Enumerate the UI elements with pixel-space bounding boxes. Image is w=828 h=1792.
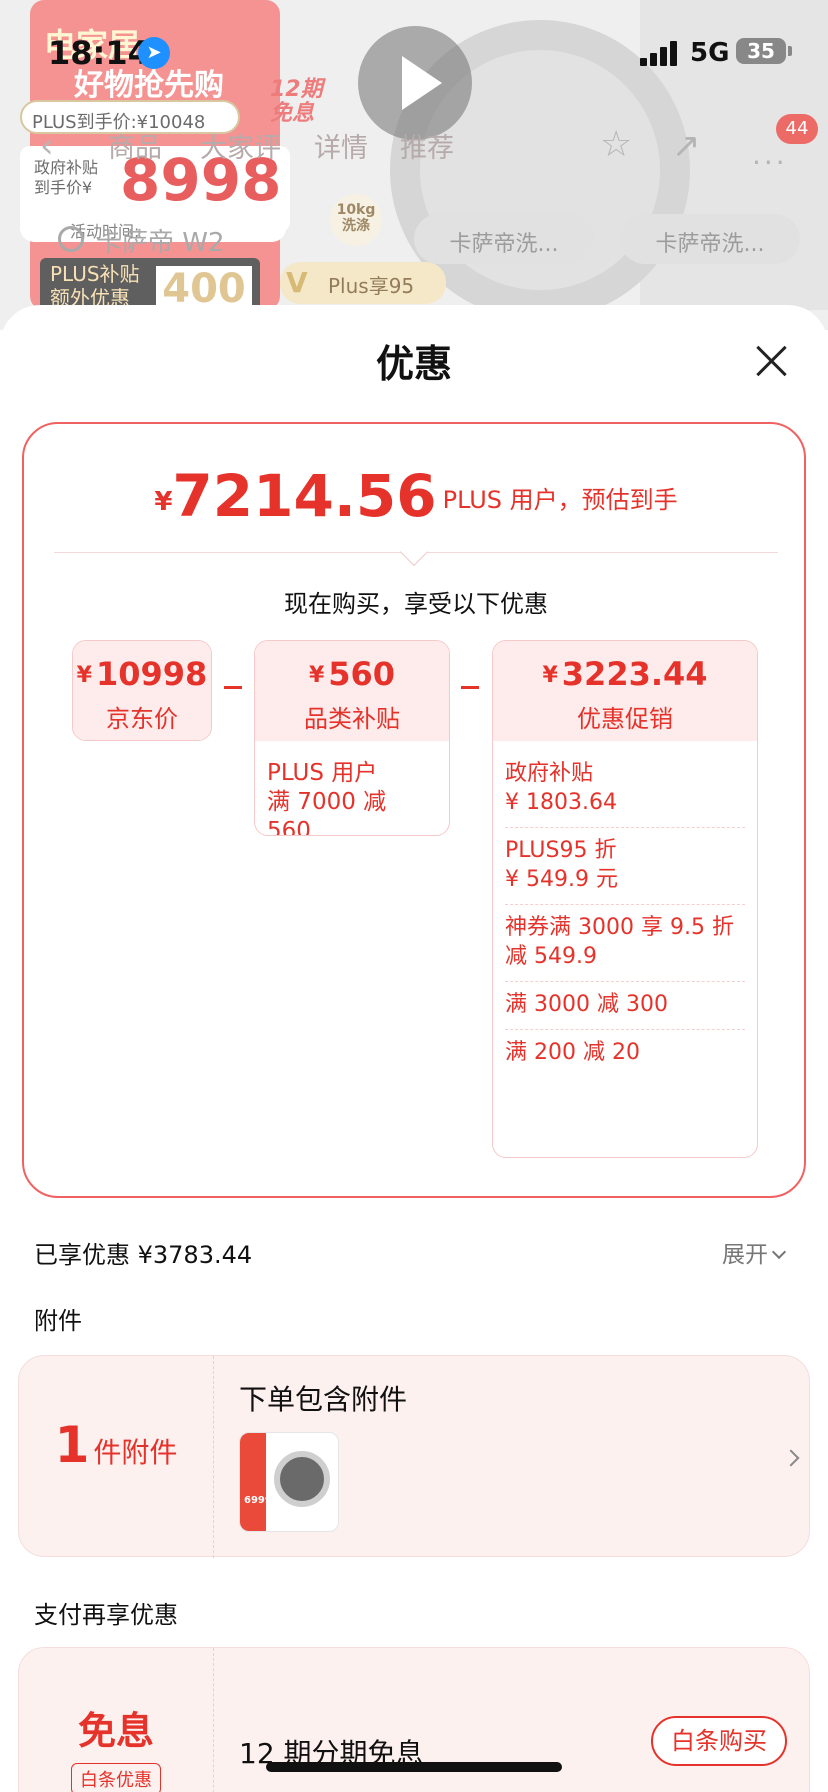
accessories-title: 下单包含附件 xyxy=(239,1383,408,1416)
promotion-item-200: 满 200 减 20 xyxy=(505,1040,640,1065)
close-icon[interactable] xyxy=(752,341,792,381)
jd-price-amount: 10998 xyxy=(95,655,208,693)
accessories-count-unit: 件附件 xyxy=(93,1436,178,1469)
promotion-head: ¥3223.44 优惠促销 xyxy=(493,641,757,741)
location-arrow-icon: ➤ xyxy=(138,37,170,69)
payment-tag: 白条优惠 xyxy=(71,1763,161,1792)
category-subsidy-name: 品类补贴 xyxy=(304,705,400,733)
thumb-washer-drum xyxy=(274,1451,330,1507)
jd-price-name: 京东价 xyxy=(106,705,178,733)
category-subsidy-card: ¥560 品类补贴 PLUS 用户 满 7000 减 560 xyxy=(254,640,450,836)
expand-button[interactable]: 展开 xyxy=(722,1235,787,1269)
jd-price-head: ¥10998 京东价 xyxy=(73,641,211,740)
accessories-count: 1 件附件 xyxy=(19,1356,214,1558)
category-subsidy-amount: 560 xyxy=(328,655,396,693)
chevron-right-icon[interactable] xyxy=(782,1449,800,1467)
promotion-items: 政府补贴 ¥ 1803.64 PLUS95 折 ¥ 549.9 元 神券满 30… xyxy=(493,741,757,1087)
enjoyed-discount: 已享优惠 ¥3783.44 xyxy=(34,1241,253,1269)
estimate-currency: ¥ xyxy=(154,487,173,517)
home-indicator[interactable] xyxy=(266,1762,562,1772)
divider-notch xyxy=(399,537,429,567)
promotion-name: 优惠促销 xyxy=(577,705,673,733)
estimate-value: 7214.56 xyxy=(172,462,437,530)
expand-label: 展开 xyxy=(722,1242,768,1268)
battery-icon: 35 xyxy=(736,38,792,64)
promotion-amount: 3223.44 xyxy=(561,655,708,693)
thumb-promo-strip xyxy=(240,1433,266,1531)
minus-icon xyxy=(224,686,242,689)
status-bar: 18:14 ➤ 5G 35 xyxy=(0,0,828,100)
baitiao-buy-button[interactable]: 白条购买 xyxy=(651,1716,787,1766)
jd-price-currency: ¥ xyxy=(76,663,92,688)
payment-section-title: 支付再享优惠 xyxy=(34,1601,178,1629)
promotion-item-coupon: 神券满 3000 享 9.5 折 减 549.9 xyxy=(505,905,745,982)
category-subsidy-currency: ¥ xyxy=(308,663,325,688)
payment-big-label: 免息 xyxy=(77,1709,154,1753)
accessories-section-title: 附件 xyxy=(34,1307,82,1335)
sheet-title: 优惠 xyxy=(375,342,452,386)
promotion-currency: ¥ xyxy=(542,663,558,688)
category-subsidy-item: PLUS 用户 满 7000 减 560 xyxy=(267,760,387,836)
status-time: 18:14 xyxy=(48,34,150,72)
category-subsidy-items: PLUS 用户 满 7000 减 560 xyxy=(255,741,449,836)
jd-price-card: ¥10998 京东价 xyxy=(72,640,212,741)
chevron-down-icon xyxy=(771,1244,787,1260)
minus-icon xyxy=(461,686,479,689)
promotion-item-plus95: PLUS95 折 ¥ 549.9 元 xyxy=(505,828,745,905)
battery-level: 35 xyxy=(747,39,775,63)
price-breakdown-box: ¥7214.56 PLUS 用户，预估到手 现在购买，享受以下优惠 ¥10998 … xyxy=(22,422,806,1198)
category-subsidy-head: ¥560 品类补贴 xyxy=(255,641,449,741)
discount-sheet: 优惠 ¥7214.56 PLUS 用户，预估到手 现在购买，享受以下优惠 ¥109… xyxy=(0,305,828,1792)
promotion-amount-row: ¥3223.44 xyxy=(493,641,757,693)
estimated-price: ¥7214.56 PLUS 用户，预估到手 xyxy=(24,462,808,530)
promotion-item-3000: 满 3000 减 300 xyxy=(505,982,745,1030)
promotion-item-gov: 政府补贴 ¥ 1803.64 xyxy=(505,751,745,828)
cellular-signal-icon xyxy=(640,40,680,66)
category-subsidy-amount-row: ¥560 xyxy=(255,641,449,693)
accessories-count-number: 1 xyxy=(54,1416,90,1474)
now-buy-text: 现在购买，享受以下优惠 xyxy=(284,590,548,618)
jd-price-amount-row: ¥10998 xyxy=(73,641,211,693)
payment-left: 免息 白条优惠 xyxy=(19,1648,214,1792)
thumb-price: 6999 xyxy=(244,1495,272,1506)
promotion-card: ¥3223.44 优惠促销 政府补贴 ¥ 1803.64 PLUS95 折 ¥ … xyxy=(492,640,758,1158)
accessories-card[interactable]: 1 件附件 下单包含附件 6999 xyxy=(18,1355,810,1558)
network-type: 5G xyxy=(690,38,730,68)
estimate-label: PLUS 用户，预估到手 xyxy=(442,486,678,514)
accessory-thumbnail[interactable]: 6999 xyxy=(239,1432,339,1532)
